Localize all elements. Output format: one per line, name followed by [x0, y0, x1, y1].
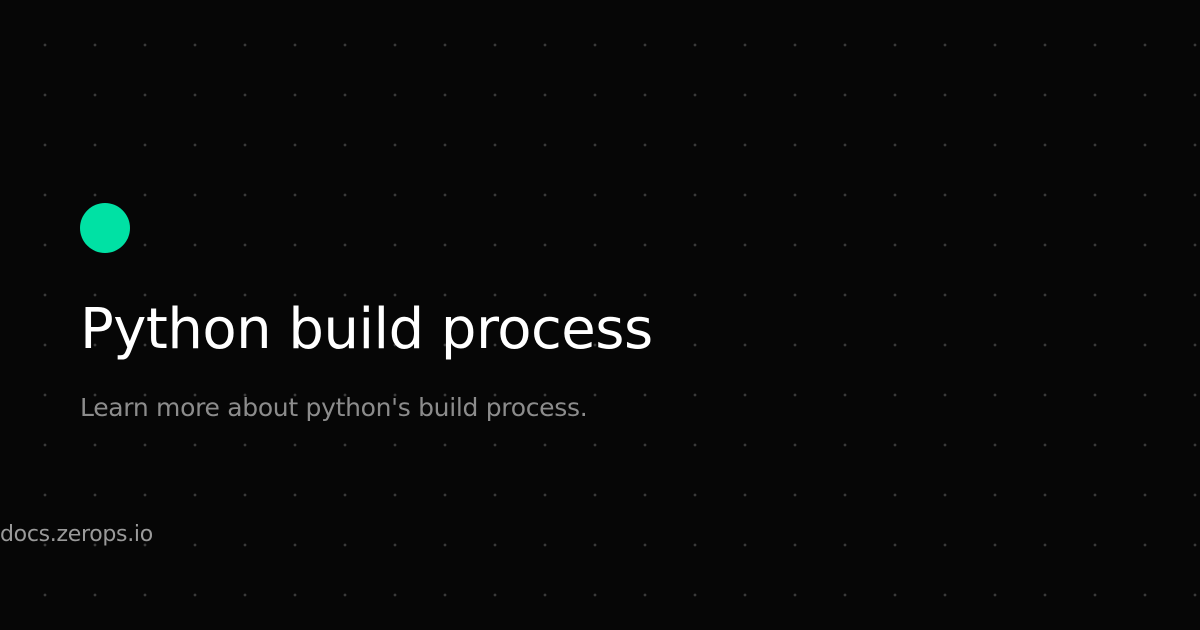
page-subtitle: Learn more about python's build process.	[80, 393, 588, 422]
site-domain: docs.zerops.io	[0, 522, 153, 547]
page-title: Python build process	[80, 297, 653, 362]
og-card: Python build process Learn more about py…	[0, 0, 1200, 630]
green-circle-icon	[80, 203, 130, 253]
